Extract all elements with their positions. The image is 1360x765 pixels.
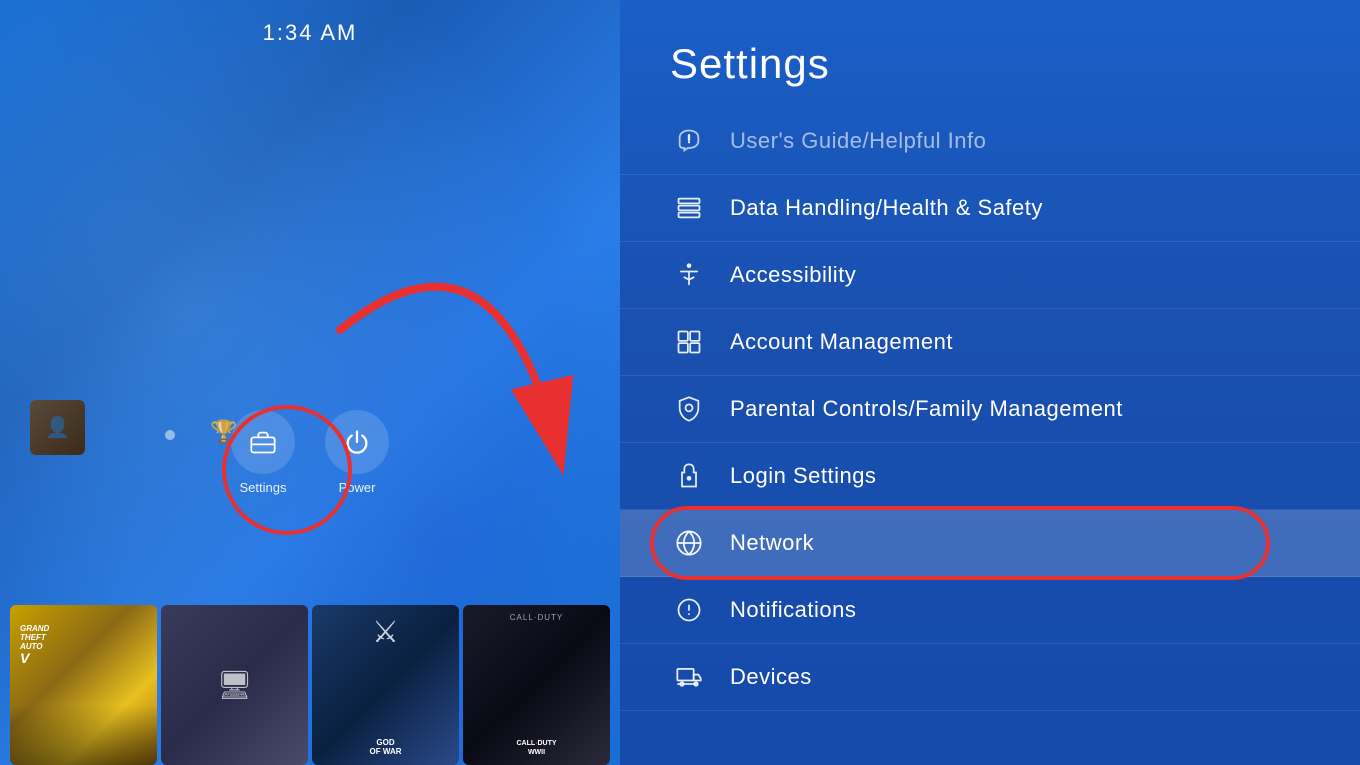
bottom-icons-row: Settings Power: [231, 410, 389, 495]
parental-controls-icon: [670, 390, 708, 428]
game-tile-monitor[interactable]: 🖥: [161, 605, 308, 765]
power-icon: [343, 428, 371, 456]
login-settings-icon: [670, 457, 708, 495]
settings-item-users-guide[interactable]: User's Guide/Helpful Info: [620, 108, 1360, 175]
users-guide-label: User's Guide/Helpful Info: [730, 128, 986, 154]
settings-icon-item[interactable]: Settings: [231, 410, 295, 495]
accessibility-icon: [670, 256, 708, 294]
notification-dot: [165, 430, 175, 440]
settings-item-devices[interactable]: Devices: [620, 644, 1360, 711]
network-label: Network: [730, 530, 814, 556]
right-panel: Settings User's Guide/Helpful Info: [620, 0, 1360, 765]
power-label: Power: [339, 480, 376, 495]
settings-label: Settings: [240, 480, 287, 495]
network-icon: [670, 524, 708, 562]
account-management-icon: [670, 323, 708, 361]
settings-title: Settings: [620, 30, 1360, 108]
game-tile-gta[interactable]: GRANDTHEFTAUTOV: [10, 605, 157, 765]
settings-item-notifications[interactable]: Notifications: [620, 577, 1360, 644]
gow-label: GODOF WAR: [312, 738, 459, 757]
time-display: 1:34 AM: [263, 20, 358, 46]
devices-icon: [670, 658, 708, 696]
users-guide-icon: [670, 122, 708, 160]
avatar: 👤: [30, 400, 85, 455]
settings-item-parental-controls[interactable]: Parental Controls/Family Management: [620, 376, 1360, 443]
notifications-label: Notifications: [730, 597, 856, 623]
settings-item-accessibility[interactable]: Accessibility: [620, 242, 1360, 309]
left-panel: 1:34 AM 👤 🏆 Settings: [0, 0, 620, 765]
parental-controls-label: Parental Controls/Family Management: [730, 396, 1123, 422]
game-tile-cod[interactable]: CALL·DUTYWWII CALL·DUTY: [463, 605, 610, 765]
settings-item-data-handling[interactable]: Data Handling/Health & Safety: [620, 175, 1360, 242]
settings-icon-circle: [231, 410, 295, 474]
game-tile-gow[interactable]: GODOF WAR ⚔: [312, 605, 459, 765]
data-handling-label: Data Handling/Health & Safety: [730, 195, 1043, 221]
account-management-label: Account Management: [730, 329, 953, 355]
power-icon-circle: [325, 410, 389, 474]
briefcase-icon: [249, 428, 277, 456]
power-icon-item[interactable]: Power: [325, 410, 389, 495]
settings-item-login-settings[interactable]: Login Settings: [620, 443, 1360, 510]
devices-label: Devices: [730, 664, 812, 690]
data-handling-icon: [670, 189, 708, 227]
accessibility-label: Accessibility: [730, 262, 856, 288]
settings-item-account-management[interactable]: Account Management: [620, 309, 1360, 376]
notifications-icon: [670, 591, 708, 629]
gta-text: GRANDTHEFTAUTOV: [20, 625, 49, 667]
settings-list: User's Guide/Helpful Info Data Handling/…: [620, 108, 1360, 711]
login-settings-label: Login Settings: [730, 463, 876, 489]
cod-label: CALL·DUTYWWII: [463, 740, 610, 757]
game-tiles: GRANDTHEFTAUTOV 🖥 GODOF WAR ⚔ CALL·DUTYW…: [0, 565, 620, 765]
settings-item-network[interactable]: Network: [620, 510, 1360, 577]
